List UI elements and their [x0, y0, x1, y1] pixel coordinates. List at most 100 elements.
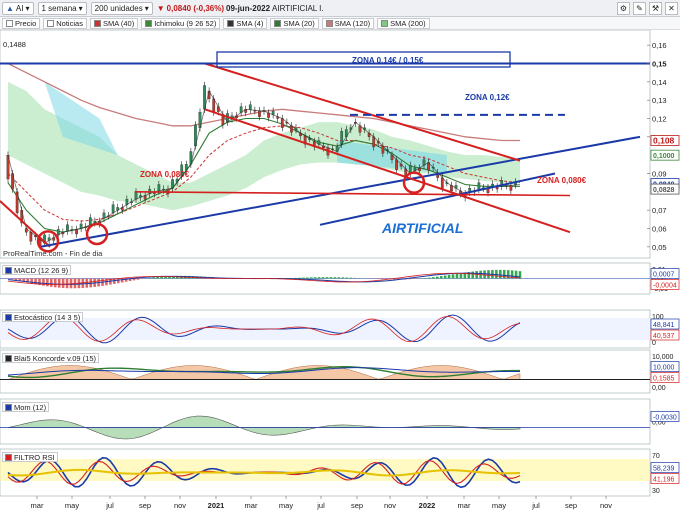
macd-histogram-bar [349, 277, 352, 279]
indicator-label: Precio [15, 18, 37, 28]
instrument-name: AIRTIFICIAL I. [272, 3, 324, 13]
indicator-label: SMA (200) [390, 18, 426, 28]
candle-body [280, 118, 284, 128]
y-tick-label: 0,15 [652, 60, 667, 69]
macd-histogram-bar [65, 278, 69, 289]
macd-histogram-bar [345, 277, 349, 279]
indicator-toggle[interactable]: SMA (4) [223, 17, 268, 29]
mom-label[interactable]: Mom (12) [2, 402, 50, 412]
macd-histogram-bar [136, 278, 140, 280]
indicator-swatch [274, 19, 282, 27]
macd-histogram-bar [317, 277, 321, 279]
indicator-label: SMA (4) [236, 18, 264, 28]
zone-label-008-left: ZONA 0,080€ [140, 170, 190, 179]
indicator-toggle[interactable]: SMA (20) [270, 17, 319, 29]
macd-histogram-bar [140, 278, 144, 280]
macd-histogram-bar [321, 277, 325, 279]
macd-histogram-bar [329, 277, 333, 279]
macd-histogram-bar [61, 278, 65, 288]
macd-histogram-bar [116, 278, 120, 284]
chevron-down-icon: ▾ [25, 3, 30, 13]
macd-tag-label: -0,0004 [653, 283, 677, 290]
indicator-swatch [381, 19, 389, 27]
candle-body [29, 232, 33, 242]
macd-histogram-bar [432, 277, 435, 279]
x-axis-label: mar [458, 501, 471, 510]
candle-body [440, 177, 444, 189]
settings-icon[interactable]: ⚙ [617, 2, 630, 15]
macd-histogram-bar [57, 278, 61, 288]
y-tick-label: 0,09 [652, 170, 667, 179]
indicator-toggle[interactable]: SMA (120) [321, 17, 375, 29]
indicator-swatch [93, 19, 101, 27]
stoch-band [0, 318, 650, 340]
stoch-tag-label: 40,537 [653, 333, 675, 340]
wrench-icon[interactable]: ⚒ [649, 2, 662, 15]
macd-label[interactable]: MACD (12 26 9) [2, 265, 72, 275]
macd-histogram-bar [156, 277, 159, 279]
x-axis-label: jul [531, 501, 540, 510]
macd-histogram-bar [502, 269, 506, 279]
stoch-tag-label: 48,841 [653, 322, 675, 329]
macd-histogram-bar [325, 277, 329, 279]
indicator-toggle[interactable]: Noticias [43, 17, 87, 29]
macd-histogram-bar [435, 276, 439, 279]
indicator-label: SMA (20) [283, 18, 315, 28]
rsi-label[interactable]: FILTRO RSI [2, 452, 58, 462]
macd-histogram-bar [376, 278, 380, 280]
indicator-label: Ichimoku (9 26 52) [154, 18, 217, 28]
x-axis-label: nov [384, 501, 396, 510]
macd-histogram-bar [459, 273, 463, 279]
rsi-tag-label: 41,196 [653, 477, 675, 484]
macd-histogram-bar [471, 271, 475, 279]
macd-histogram-bar [499, 269, 502, 279]
zone-label-008-right: ZONA 0,080€ [537, 176, 587, 185]
koncorde-y-tick-label: 10,000 [652, 354, 674, 361]
indicator-toggle[interactable]: SMA (200) [377, 17, 430, 29]
indicator-label: SMA (120) [334, 18, 371, 28]
macd-swatch [5, 266, 12, 274]
symbol-label: AI [15, 3, 24, 13]
macd-histogram-bar [337, 277, 341, 279]
indicator-toggle[interactable]: Ichimoku (9 26 52) [141, 17, 221, 29]
macd-histogram-bar [518, 271, 522, 279]
symbol-selector[interactable]: ▲ AI ▾ [2, 1, 34, 15]
close-icon[interactable]: ✕ [665, 2, 678, 15]
candle-body [477, 182, 481, 190]
candle-body [372, 136, 376, 148]
mom-plot-area [0, 398, 651, 445]
stoch-label[interactable]: Estocástico (14 3 5) [2, 312, 84, 322]
koncorde-label[interactable]: Blai5 Koncorde v.09 (15) [2, 353, 99, 363]
x-axis-label: 2021 [208, 501, 225, 510]
indicator-toggle[interactable]: SMA (40) [89, 17, 139, 29]
rsi-tag-label: 58,239 [653, 466, 675, 473]
macd-histogram-bar [50, 278, 53, 287]
main-chart[interactable]: ZONA 0,14€ / 0,15€ ZONA 0,12€ ZONA 0,080€ Z… [0, 30, 680, 512]
drawing-icon[interactable]: ✎ [633, 2, 646, 15]
candle-body [248, 104, 252, 110]
x-axis-label: jul [316, 501, 325, 510]
macd-histogram-bar [475, 271, 478, 279]
stoch-label-text: Estocástico (14 3 5) [14, 312, 81, 322]
candle-body [75, 229, 78, 235]
candle-body [111, 204, 115, 214]
macd-histogram-bar [483, 270, 486, 279]
macd-histogram-bar [353, 277, 356, 279]
indicator-toggle[interactable]: Precio [2, 17, 41, 29]
stoch-y-tick-label: 0 [652, 340, 656, 347]
price-tag-label: 0,108 [653, 136, 675, 146]
x-axis-label: may [65, 501, 79, 510]
x-axis-label: sep [139, 501, 151, 510]
indicator-label: Noticias [56, 18, 83, 28]
period-selector[interactable]: 1 semana ▾ [37, 1, 87, 15]
chevron-down-icon: ▾ [144, 3, 149, 13]
indicator-label: SMA (40) [102, 18, 135, 28]
macd-histogram-bar [333, 277, 337, 279]
koncorde-swatch [5, 354, 12, 362]
units-selector[interactable]: 200 unidades ▾ [90, 1, 153, 15]
zone-label-012: ZONA 0,12€ [465, 93, 510, 102]
price-change: 0,0840 (-0,36%) [166, 3, 225, 13]
price-tag-label: 0,1000 [653, 153, 675, 160]
x-axis-label: mar [31, 501, 44, 510]
macd-histogram-bar [313, 277, 317, 279]
